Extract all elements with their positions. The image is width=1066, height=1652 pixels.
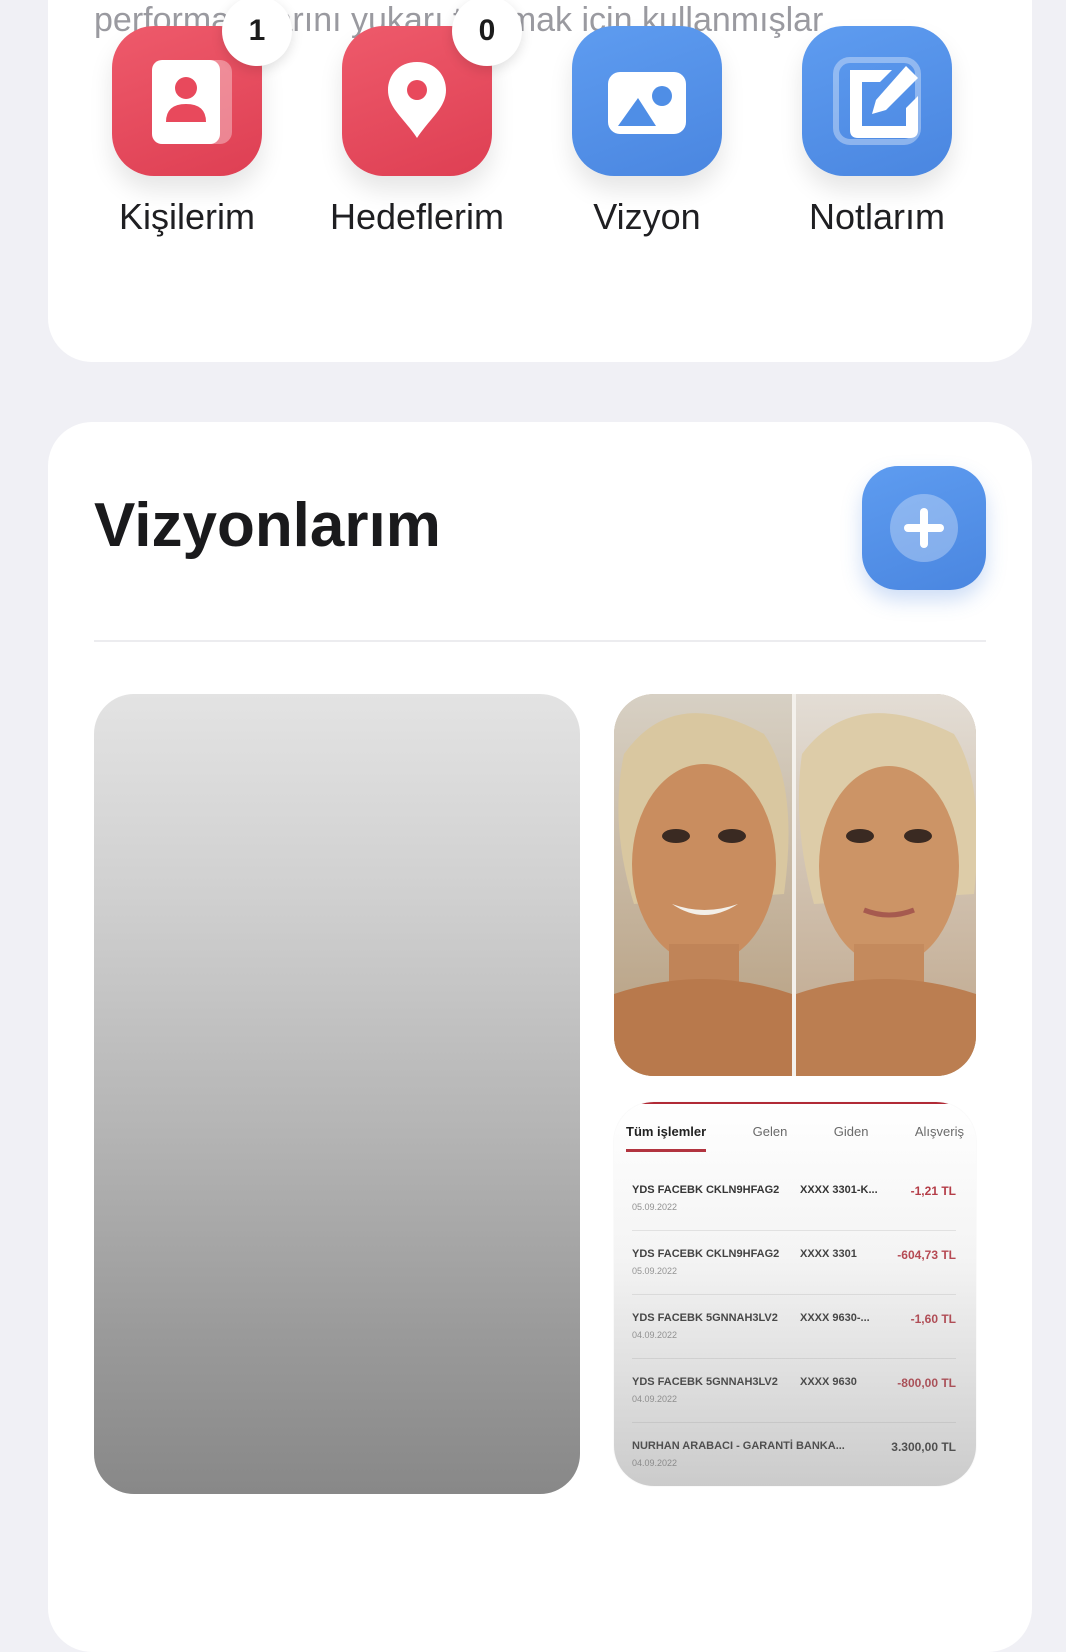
transaction-card: XXXX 3301 [800, 1248, 857, 1260]
statement-tab: Gelen [752, 1124, 788, 1139]
location-pin-tile[interactable]: 0 [342, 0, 522, 176]
transaction-card: XXXX 9630-... [800, 1312, 870, 1324]
transaction-date: 05.09.2022 [632, 1202, 678, 1212]
transaction-date: 04.09.2022 [632, 1394, 678, 1404]
transaction-description: YDS FACEBK CKLN9HFAG2 [632, 1184, 780, 1196]
shortcut-notlarim[interactable]: Notlarım [772, 26, 982, 238]
statement-row: NURHAN ARABACI - GARANTİ BANKA... 04.09.… [632, 1422, 956, 1486]
contact-card-tile[interactable]: 1 [112, 0, 292, 176]
edit-note-icon [833, 57, 921, 145]
statement-header-line [614, 1102, 976, 1104]
transaction-amount: -1,21 TL [910, 1184, 956, 1198]
statement-tab: Tüm işlemler [626, 1124, 707, 1152]
add-vision-button[interactable] [862, 466, 986, 590]
goals-count-badge: 0 [452, 0, 522, 66]
shortcut-label: Vizyon [593, 196, 701, 237]
shortcut-label: Kişilerim [118, 196, 255, 237]
contacts-count-badge: 1 [222, 0, 292, 66]
transaction-date: 04.09.2022 [632, 1330, 678, 1340]
statement-row: YDS FACEBK 5GNNAH3LV2 XXXX 9630 04.09.20… [632, 1358, 956, 1423]
shortcut-label: Hedeflerim [329, 196, 505, 237]
transaction-description: YDS FACEBK 5GNNAH3LV2 [632, 1376, 778, 1388]
before-after-portrait-image [614, 694, 976, 1076]
transaction-date: 04.09.2022 [632, 1458, 678, 1468]
image-icon [608, 72, 686, 134]
transaction-description: NURHAN ARABACI - GARANTİ BANKA... [632, 1440, 845, 1452]
vision-image-portrait[interactable] [614, 694, 976, 1076]
visions-card: Vizyonlarım Tüm işlemler Gelen Giden Alı… [48, 422, 1032, 1652]
transaction-card: XXXX 9630 [800, 1376, 857, 1388]
transaction-amount: -604,73 TL [897, 1248, 956, 1262]
statement-tab: Alışveriş [914, 1124, 964, 1139]
transaction-amount: 3.300,00 TL [891, 1440, 956, 1454]
vision-image-statement[interactable]: Tüm işlemler Gelen Giden Alışveriş YDS F… [614, 1102, 976, 1486]
vision-image-placeholder[interactable] [94, 694, 580, 1494]
section-title: Vizyonlarım [94, 491, 441, 560]
plus-icon [890, 494, 958, 562]
edit-note-tile[interactable] [802, 26, 952, 176]
image-tile[interactable] [572, 26, 722, 176]
statement-tab: Giden [833, 1124, 869, 1139]
transaction-card: XXXX 3301-K... [800, 1184, 878, 1196]
statement-row: YDS FACEBK 5GNNAH3LV2 XXXX 9630-... 04.0… [632, 1294, 956, 1359]
statement-tabs: Tüm işlemler Gelen Giden Alışveriş [626, 1124, 964, 1152]
statement-row: YDS FACEBK CKLN9HFAG2 XXXX 3301-K... 05.… [632, 1166, 956, 1231]
transaction-description: YDS FACEBK 5GNNAH3LV2 [632, 1312, 778, 1324]
shortcut-kisilerim[interactable]: 1 Kişilerim [82, 0, 292, 238]
shortcuts-card: performanslarını yukarı taşımak için kul… [48, 0, 1032, 362]
transaction-amount: -800,00 TL [897, 1376, 956, 1390]
transaction-description: YDS FACEBK CKLN9HFAG2 [632, 1248, 780, 1260]
section-divider [94, 640, 986, 642]
shortcut-hedeflerim[interactable]: 0 Hedeflerim [312, 0, 522, 238]
transaction-date: 05.09.2022 [632, 1266, 678, 1276]
statement-row: YDS FACEBK CKLN9HFAG2 XXXX 3301 05.09.20… [632, 1230, 956, 1295]
shortcut-vizyon[interactable]: Vizyon [542, 26, 752, 238]
shortcut-label: Notlarım [808, 196, 946, 237]
transaction-amount: -1,60 TL [910, 1312, 956, 1326]
